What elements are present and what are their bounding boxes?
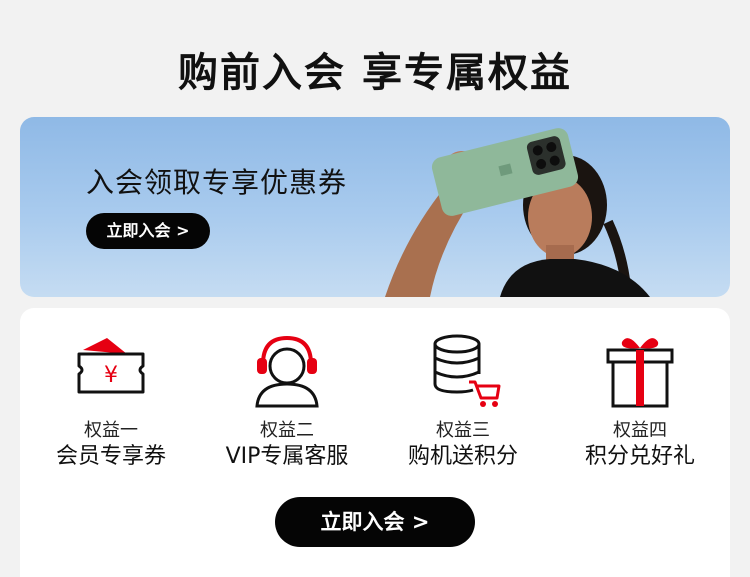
gift-icon [606,338,674,408]
benefit-label: 权益二 [260,420,314,441]
benefit-desc: 积分兑好礼 [584,444,695,469]
points-cart-icon [433,334,501,407]
benefit-item-points[interactable]: 权益三 购机送积分 [373,330,553,472]
page-title: 购前入会 享专属权益 [178,50,572,96]
benefit-desc: VIP专属客服 [225,444,349,469]
hero-photo [385,128,650,297]
benefit-label: 权益四 [613,420,667,441]
benefit-label: 权益三 [436,420,490,441]
banner-join-button[interactable]: 立即入会 > [86,213,210,249]
benefits-card: ¥ 权益一 会员专享券 权益二 VIP专属客服 权益三 购机送积分 权益四 积分… [20,308,730,577]
banner-headline: 入会领取专享优惠券 [86,166,348,199]
svg-text:¥: ¥ [104,363,118,388]
customer-service-icon [255,335,319,408]
benefit-item-coupon[interactable]: ¥ 权益一 会员专享券 [21,330,201,472]
benefit-item-gift[interactable]: 权益四 积分兑好礼 [550,330,730,472]
promo-banner[interactable]: 入会领取专享优惠券 立即入会 > [20,117,730,297]
benefit-desc: 购机送积分 [407,444,518,469]
benefit-item-customer-service[interactable]: 权益二 VIP专属客服 [197,330,377,472]
coupon-icon: ¥ [77,338,145,394]
join-now-button[interactable]: 立即入会 > [275,497,475,547]
benefit-label: 权益一 [84,420,138,441]
benefit-desc: 会员专享券 [55,444,166,469]
